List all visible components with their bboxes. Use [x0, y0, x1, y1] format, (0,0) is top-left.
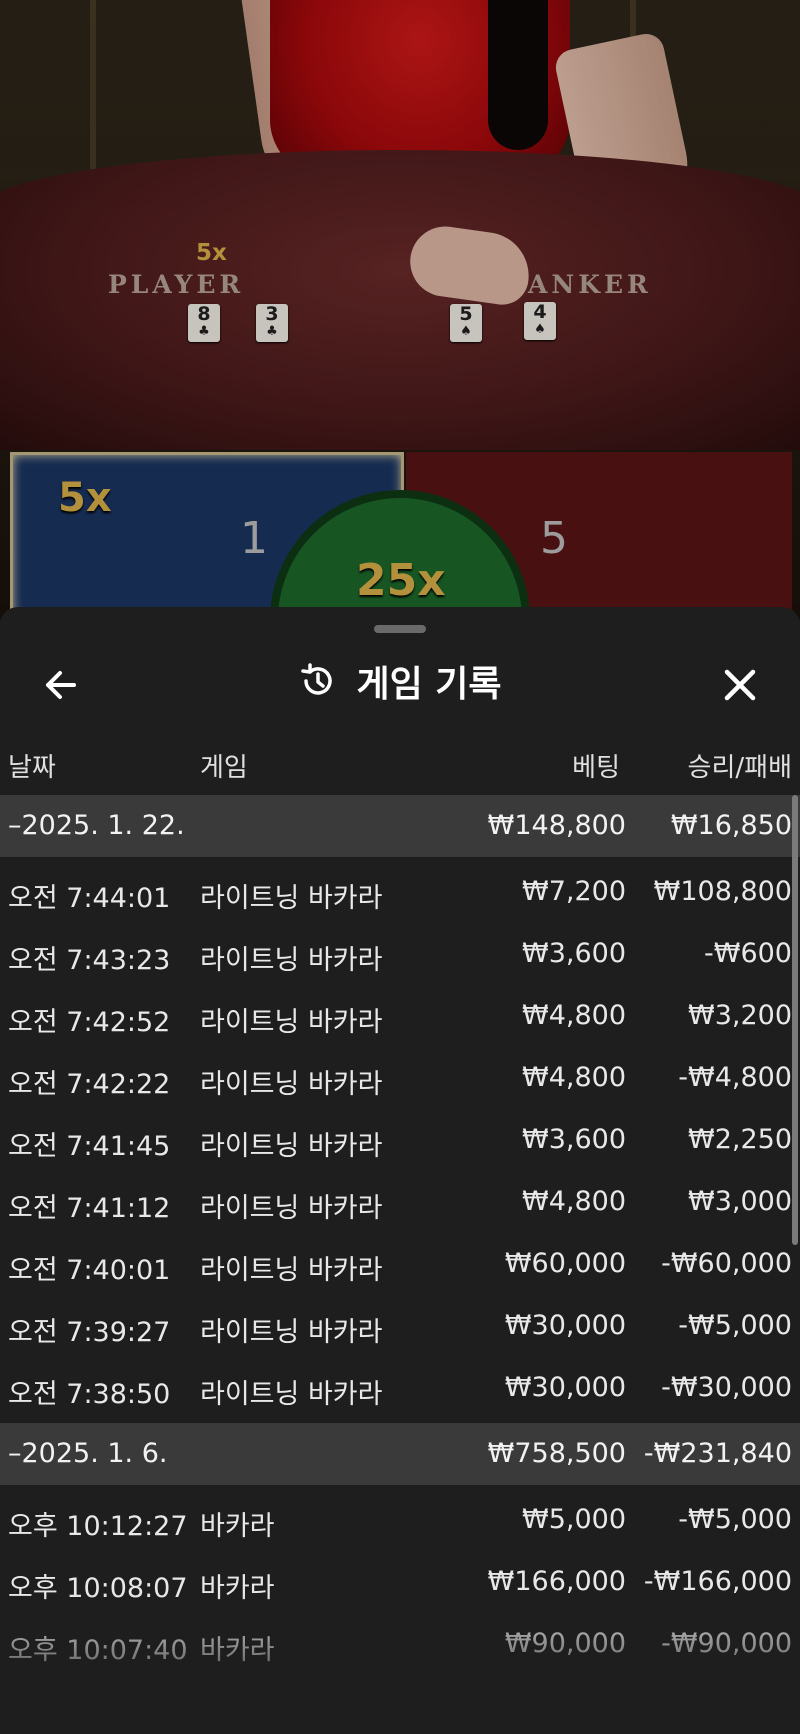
row-game: 라이트닝 바카라: [200, 1069, 383, 1100]
row-game: 라이트닝 바카라: [200, 1255, 383, 1286]
row-game: 라이트닝 바카라: [200, 883, 383, 914]
history-row[interactable]: 오후 10:07:40 바카라 ₩90,000 -₩90,000: [0, 1613, 800, 1675]
game-history-sheet: 게임 기록 날짜 게임 베팅 승리/패배 –2025. 1. 22. ₩148,8…: [0, 607, 800, 1734]
row-time: 오전 7:39:27: [8, 1317, 171, 1348]
row-time: 오후 10:07:40: [8, 1635, 188, 1666]
history-row[interactable]: 오전 7:43:23 라이트닝 바카라 ₩3,600 -₩600: [0, 923, 800, 985]
row-bet: ₩60,000: [504, 1248, 626, 1279]
history-row[interactable]: 오후 10:08:07 바카라 ₩166,000 -₩166,000: [0, 1551, 800, 1613]
row-result: ₩2,250: [688, 1124, 792, 1155]
history-row[interactable]: 오전 7:41:45 라이트닝 바카라 ₩3,600 ₩2,250: [0, 1109, 800, 1171]
row-result: -₩5,000: [678, 1504, 792, 1535]
history-row[interactable]: 오후 10:12:27 바카라 ₩5,000 -₩5,000: [0, 1489, 800, 1551]
sheet-header: 게임 기록: [0, 655, 800, 715]
row-time: 오후 10:12:27: [8, 1511, 188, 1542]
row-result: ₩108,800: [653, 876, 792, 907]
column-header-result: 승리/패배: [687, 753, 792, 783]
row-result: -₩600: [704, 938, 792, 969]
row-result: -₩4,800: [678, 1062, 792, 1093]
row-game: 라이트닝 바카라: [200, 1379, 383, 1410]
close-button[interactable]: [712, 657, 768, 713]
row-bet: ₩30,000: [504, 1310, 626, 1341]
row-bet: ₩4,800: [522, 1186, 626, 1217]
row-time: 오전 7:41:12: [8, 1193, 171, 1224]
page-title: 게임 기록: [356, 664, 502, 705]
row-game: 라이트닝 바카라: [200, 1007, 383, 1038]
row-result: -₩30,000: [661, 1372, 792, 1403]
row-time: 오전 7:44:01: [8, 883, 171, 914]
scrollbar[interactable]: [792, 795, 798, 1245]
row-game: 라이트닝 바카라: [200, 1193, 383, 1224]
row-game: 라이트닝 바카라: [200, 1131, 383, 1162]
row-bet: ₩3,600: [522, 1124, 626, 1155]
close-icon: [724, 669, 756, 701]
history-row[interactable]: 오전 7:42:52 라이트닝 바카라 ₩4,800 ₩3,200: [0, 985, 800, 1047]
history-row[interactable]: 오전 7:38:50 라이트닝 바카라 ₩30,000 -₩30,000: [0, 1357, 800, 1419]
row-result: -₩166,000: [643, 1566, 792, 1597]
row-bet: ₩4,800: [522, 1000, 626, 1031]
history-icon: [301, 663, 333, 695]
dim-overlay: [0, 0, 800, 620]
history-row[interactable]: 오전 7:41:12 라이트닝 바카라 ₩4,800 ₩3,000: [0, 1171, 800, 1233]
live-game-view: 5x PLAYER ANKER 8 ♣ 3 ♣ 5 ♠ 4 ♠ 5x 1 5 25x: [0, 0, 800, 620]
row-time: 오전 7:40:01: [8, 1255, 171, 1286]
group-date: –2025. 1. 22.: [8, 810, 185, 841]
row-result: ₩3,200: [688, 1000, 792, 1031]
row-bet: ₩4,800: [522, 1062, 626, 1093]
group-bet-total: ₩148,800: [487, 810, 626, 841]
row-time: 오전 7:42:22: [8, 1069, 171, 1100]
column-header-game: 게임: [200, 753, 248, 783]
row-result: -₩60,000: [661, 1248, 792, 1279]
column-header-date: 날짜: [8, 753, 56, 783]
column-headers: 날짜 게임 베팅 승리/패배: [0, 747, 800, 791]
row-time: 오전 7:38:50: [8, 1379, 171, 1410]
row-result: -₩5,000: [678, 1310, 792, 1341]
row-time: 오후 10:08:07: [8, 1573, 188, 1604]
row-bet: ₩3,600: [522, 938, 626, 969]
row-game: 바카라: [200, 1511, 275, 1542]
group-date: –2025. 1. 6.: [8, 1438, 168, 1469]
row-time: 오전 7:42:52: [8, 1007, 171, 1038]
history-list[interactable]: –2025. 1. 22. ₩148,800 ₩16,850 오전 7:44:01 라이…: [0, 795, 800, 1675]
date-group-row[interactable]: –2025. 1. 6. ₩758,500 -₩231,840: [0, 1423, 800, 1485]
row-bet: ₩5,000: [522, 1504, 626, 1535]
group-result-total: ₩16,850: [670, 810, 792, 841]
history-row[interactable]: 오전 7:39:27 라이트닝 바카라 ₩30,000 -₩5,000: [0, 1295, 800, 1357]
row-bet: ₩30,000: [504, 1372, 626, 1403]
row-game: 바카라: [200, 1573, 275, 1604]
row-result: ₩3,000: [688, 1186, 792, 1217]
history-row[interactable]: 오전 7:42:22 라이트닝 바카라 ₩4,800 -₩4,800: [0, 1047, 800, 1109]
group-result-total: -₩231,840: [643, 1438, 792, 1469]
row-game: 라이트닝 바카라: [200, 1317, 383, 1348]
row-game: 바카라: [200, 1635, 275, 1666]
row-time: 오전 7:43:23: [8, 945, 171, 976]
column-header-bet: 베팅: [572, 753, 620, 783]
history-row[interactable]: 오전 7:44:01 라이트닝 바카라 ₩7,200 ₩108,800: [0, 861, 800, 923]
group-bet-total: ₩758,500: [487, 1438, 626, 1469]
row-bet: ₩7,200: [522, 876, 626, 907]
drag-handle[interactable]: [374, 625, 426, 633]
row-bet: ₩166,000: [487, 1566, 626, 1597]
history-row[interactable]: 오전 7:40:01 라이트닝 바카라 ₩60,000 -₩60,000: [0, 1233, 800, 1295]
row-game: 라이트닝 바카라: [200, 945, 383, 976]
date-group-row[interactable]: –2025. 1. 22. ₩148,800 ₩16,850: [0, 795, 800, 857]
row-time: 오전 7:41:45: [8, 1131, 171, 1162]
row-bet: ₩90,000: [504, 1628, 626, 1659]
row-result: -₩90,000: [661, 1628, 792, 1659]
